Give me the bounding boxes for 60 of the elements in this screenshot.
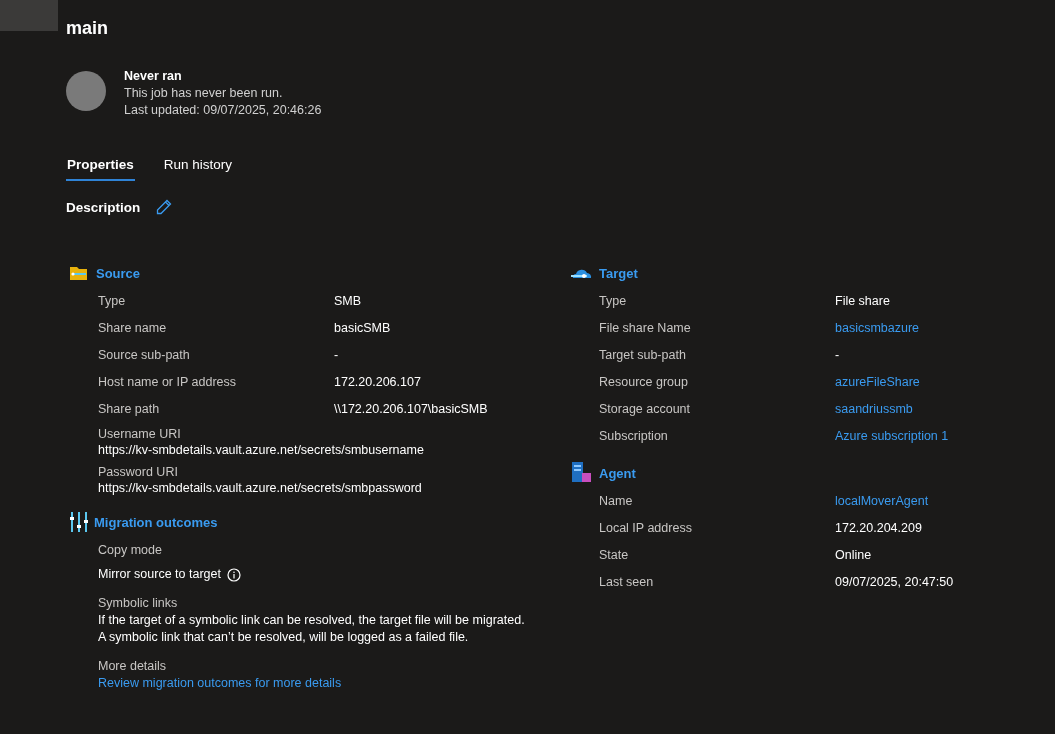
field-link[interactable]: Azure subscription 1 (835, 428, 1055, 443)
field-label: Name (599, 493, 634, 508)
field-label: Last seen (599, 574, 655, 589)
field-label: Share name (98, 320, 168, 335)
field-label: File share Name (599, 320, 692, 335)
tab[interactable]: Properties (66, 153, 135, 181)
status-avatar (66, 71, 106, 111)
field-value: 09/07/2025, 20:47:50 (835, 574, 955, 589)
field-label: Type (599, 293, 628, 308)
field-label: Type (98, 293, 127, 308)
field-label: Source sub-path (98, 347, 191, 362)
status-heading: Never ran (124, 68, 183, 85)
cloud-icon (571, 267, 593, 279)
field-value: \\172.20.206.107\basicSMB (334, 401, 489, 416)
field-label: State (599, 547, 630, 562)
field-value: basicSMB (334, 320, 392, 335)
field-label: Password URI (98, 464, 179, 480)
section-title: Source (96, 265, 141, 281)
section-title: Target (599, 265, 638, 281)
field-label: Storage account (599, 401, 692, 416)
sliders-icon (70, 512, 88, 532)
page-title: main (66, 17, 109, 40)
last-updated: Last updated: 09/07/2025, 20:46:26 (124, 102, 322, 119)
server-icon (571, 462, 593, 484)
field-value: SMB (334, 293, 363, 308)
field-value: https://kv-smbdetails.vault.azure.net/secrets/smbpassword (98, 480, 423, 496)
field-label: Username URI (98, 426, 182, 442)
field-label: More details (98, 658, 168, 675)
field-link[interactable]: basicsmbazure (835, 320, 1055, 335)
field-link[interactable]: localMoverAgent (835, 493, 1055, 508)
edit-icon[interactable] (156, 199, 173, 215)
tab[interactable]: Run history (162, 153, 234, 181)
field-value: 172.20.204.209 (835, 520, 923, 535)
description-text: If the target of a symbolic link can be resolved, the target file will be migrated. (98, 612, 526, 629)
field-link[interactable]: azureFileShare (835, 374, 1055, 389)
field-value: - (835, 347, 841, 362)
field-value: - (334, 347, 340, 362)
details-link[interactable]: Review migration outcomes for more details (98, 675, 571, 692)
field-label: Share path (98, 401, 161, 416)
folder-icon (70, 266, 90, 280)
field-label: Resource group (599, 374, 689, 389)
description-text: A symbolic link that can’t be resolved, will be logged as a failed file. (98, 629, 470, 646)
field-value: Online (835, 547, 873, 562)
section-title: Migration outcomes (94, 514, 218, 530)
section-title: Agent (599, 465, 636, 481)
header-block (0, 0, 58, 31)
field-link[interactable]: saandriussmb (835, 401, 1055, 416)
field-value: File share (835, 293, 891, 308)
field-label: Symbolic links (98, 595, 179, 612)
field-label: Subscription (599, 428, 669, 443)
field-value: https://kv-smbdetails.vault.azure.net/secrets/smbusername (98, 442, 425, 458)
field-value: Mirror source to target (98, 566, 221, 583)
field-label: Copy mode (98, 542, 163, 559)
description-label: Description (66, 199, 141, 215)
field-value: 172.20.206.107 (334, 374, 422, 389)
info-icon[interactable] (226, 567, 241, 582)
status-message: This job has never been run. (124, 85, 284, 102)
field-label: Host name or IP address (98, 374, 238, 389)
field-label: Local IP address (599, 520, 693, 535)
field-label: Target sub-path (599, 347, 687, 362)
